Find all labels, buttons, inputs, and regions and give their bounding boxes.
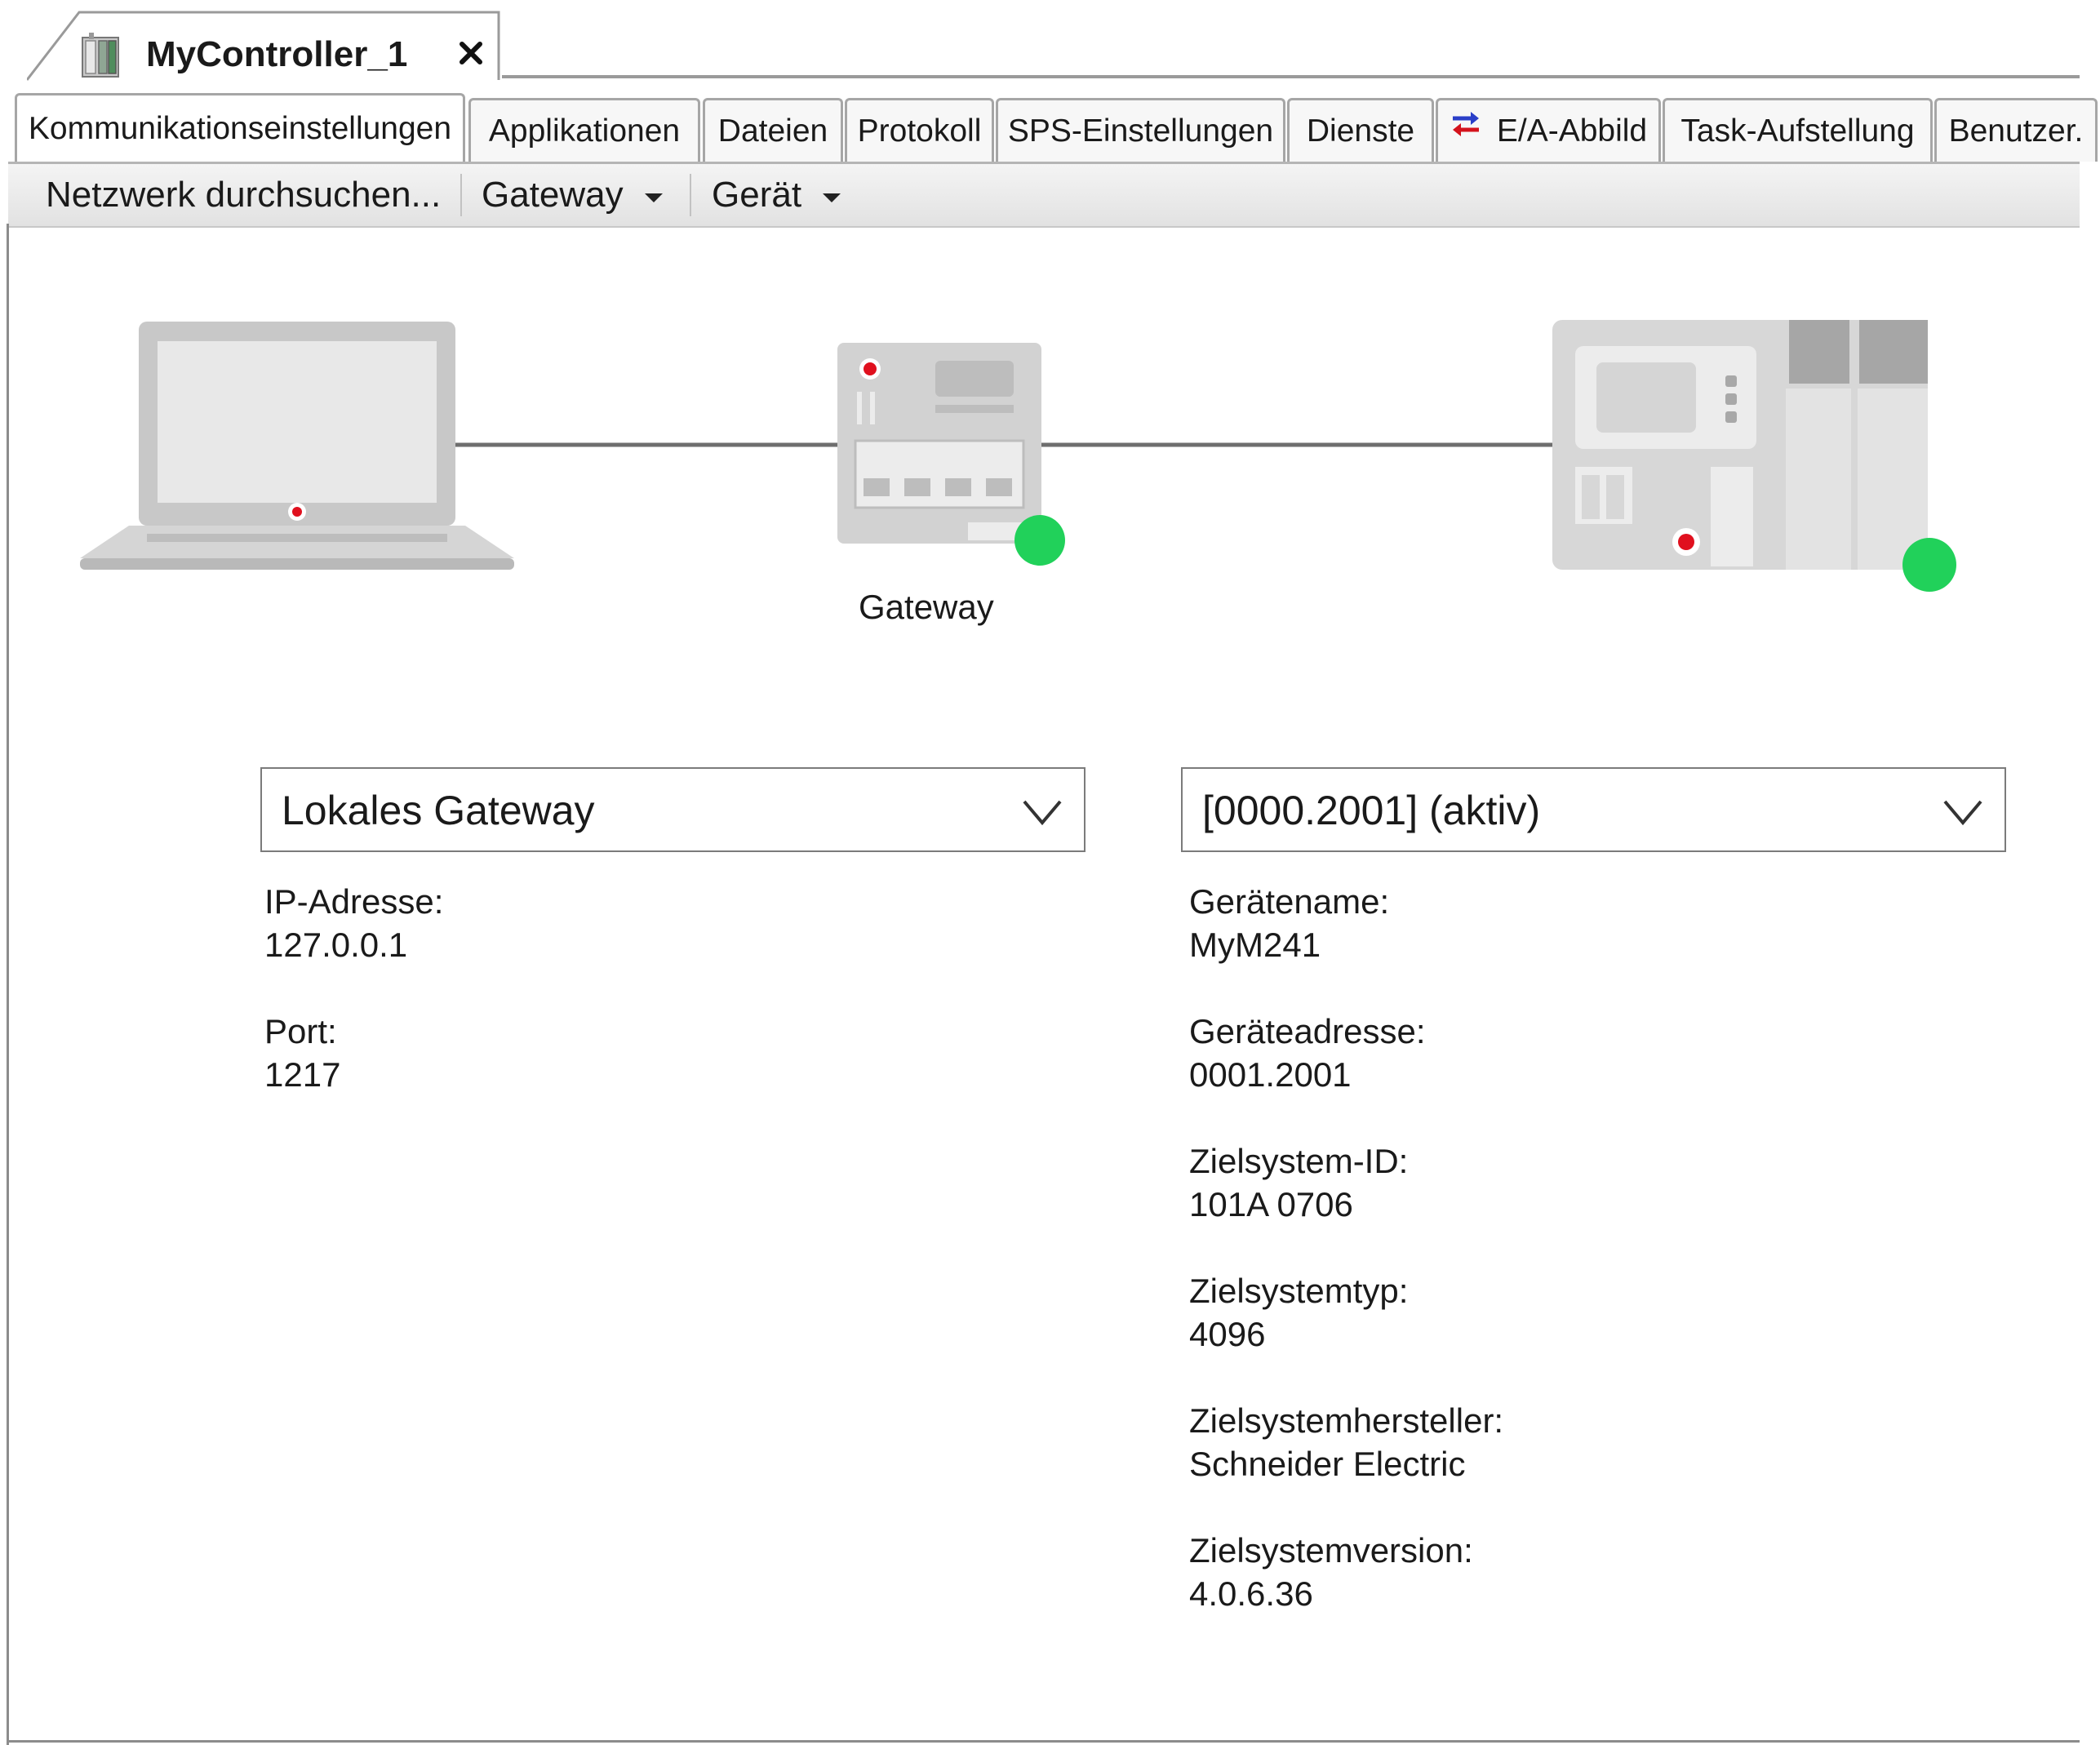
gateway-ip-field: IP-Adresse: 127.0.0.1 [264,880,443,966]
field-value: MyM241 [1189,926,1321,964]
device-select-value: [0000.2001] (aktiv) [1202,788,1541,833]
field-value: 4.0.6.36 [1189,1574,1313,1613]
network-topology [80,320,1956,592]
field-label: Gerätename: [1189,882,1390,921]
target-type-field: Zielsystemtyp: 4096 [1189,1269,1408,1356]
gateway-device-icon[interactable] [837,343,1065,566]
target-version-field: Zielsystemversion: 4.0.6.36 [1189,1529,1473,1615]
gateway-select-value: Lokales Gateway [282,788,595,833]
target-id-field: Zielsystem-ID: 101A 0706 [1189,1139,1408,1226]
field-value: 127.0.0.1 [264,926,408,964]
device-name-field: Gerätename: MyM241 [1189,880,1389,966]
field-value: 0001.2001 [1189,1055,1352,1094]
field-label: IP-Adresse: [264,882,444,921]
field-value: Schneider Electric [1189,1445,1466,1483]
field-value: 4096 [1189,1315,1266,1353]
device-address-field: Geräteadresse: 0001.2001 [1189,1010,1426,1096]
gateway-select[interactable]: Lokales Gateway [260,767,1086,852]
field-value: 1217 [264,1055,341,1094]
field-label: Geräteadresse: [1189,1012,1426,1050]
status-indicator-icon [292,507,302,517]
content-frame-bottom [7,1740,2080,1743]
field-label: Zielsystemtyp: [1189,1272,1409,1310]
laptop-icon[interactable] [80,322,514,570]
field-label: Zielsystemversion: [1189,1531,1473,1570]
gateway-label: Gateway [859,588,994,626]
chevron-down-icon [1023,800,1062,826]
field-label: Zielsystem-ID: [1189,1142,1409,1180]
field-label: Zielsystemhersteller: [1189,1401,1504,1440]
online-status-icon [1902,538,1956,592]
field-label: Port: [264,1012,337,1050]
online-status-icon [1014,515,1065,566]
controller-device-icon[interactable] [1552,320,1956,592]
target-vendor-field: Zielsystemhersteller: Schneider Electric [1189,1399,1503,1485]
field-value: 101A 0706 [1189,1185,1353,1223]
chevron-down-icon [1943,800,1982,826]
device-select[interactable]: [0000.2001] (aktiv) [1181,767,2006,852]
gateway-port-field: Port: 1217 [264,1010,340,1096]
